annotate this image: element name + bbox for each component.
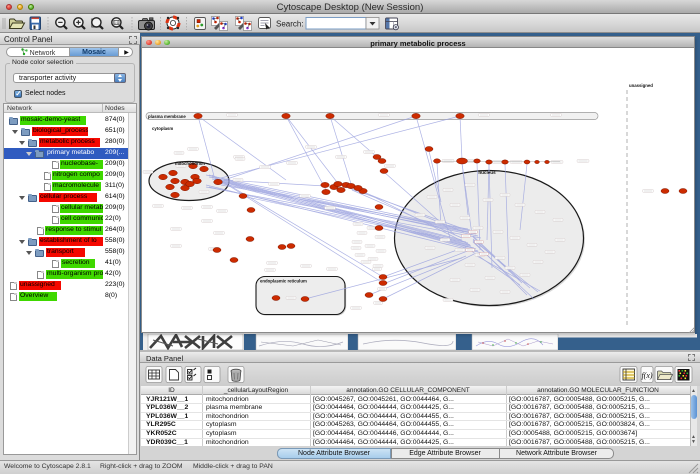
svg-text:f(x): f(x) (641, 371, 652, 380)
svg-text:endoplasmic reticulum: endoplasmic reticulum (260, 279, 307, 284)
svg-text:unassigned: unassigned (629, 83, 653, 88)
svg-text:mitochondrion: mitochondrion (175, 161, 205, 166)
svg-text:Search:: Search: (276, 20, 304, 29)
svg-text:1:1: 1:1 (114, 21, 119, 25)
svg-text:cytoplasm: cytoplasm (152, 126, 173, 131)
svg-text:plasma membrane: plasma membrane (148, 114, 186, 119)
svg-text:nucleus: nucleus (478, 170, 496, 175)
